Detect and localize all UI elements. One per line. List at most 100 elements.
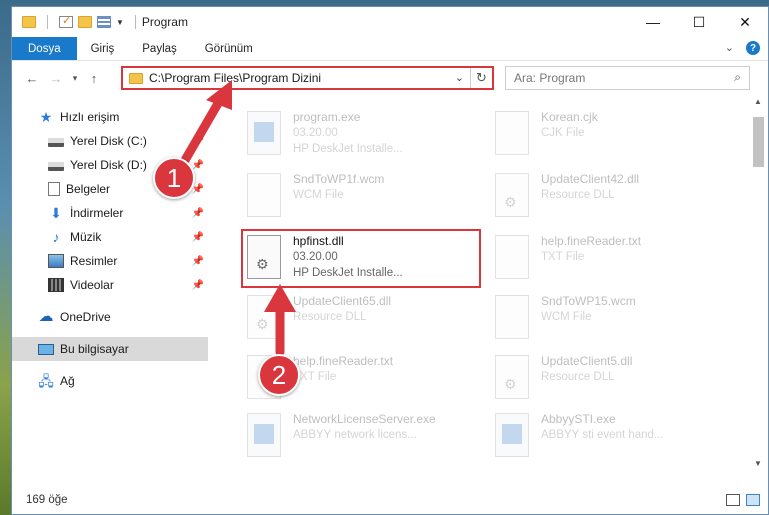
exe-file-icon [247,111,281,155]
sidebar-item-label: Yerel Disk (C:) [70,134,147,148]
file-name: help.fineReader.txt [293,354,394,368]
title-bar: ▼ Program — ☐ ✕ [12,7,768,37]
file-description: ABBYY network licens... [293,429,417,441]
file-name: SndToWP15.wcm [541,294,636,308]
pin-icon[interactable]: 📌 [192,160,204,171]
large-icons-view-icon[interactable] [746,494,760,506]
file-name: program.exe [293,110,361,124]
sidebar-item-onedrive[interactable]: ☁ OneDrive [12,305,208,329]
file-icon [495,235,529,279]
forward-button[interactable]: → [44,71,68,86]
disk-icon [48,162,64,171]
file-item[interactable]: program.exe 03.20.00 HP DeskJet Installe..… [241,105,481,163]
pin-icon[interactable]: 📌 [192,232,204,243]
properties-icon[interactable] [97,16,111,28]
tab-view[interactable]: Görünüm [191,37,267,60]
minimize-button[interactable]: — [630,7,676,37]
close-button[interactable]: ✕ [722,7,768,37]
status-bar: 169 öğe [12,486,768,514]
file-icon [495,111,529,155]
file-name: Korean.cjk [541,110,598,124]
explorer-window: ▼ Program — ☐ ✕ Dosya Giriş Paylaş Görün… [11,6,769,515]
file-type: Resource DLL [541,371,615,383]
scroll-down-icon[interactable]: ▼ [750,457,766,473]
sidebar-item-videos[interactable]: Videolar 📌 [12,273,208,297]
separator [47,15,48,29]
exe-file-icon [247,413,281,457]
file-item[interactable]: UpdateClient65.dll Resource DLL [241,289,481,347]
tab-file[interactable]: Dosya [12,37,77,60]
file-item[interactable]: SndToWP1f.wcm WCM File [241,167,481,225]
file-name: UpdateClient42.dll [541,172,640,186]
folder-icon [22,16,36,28]
back-button[interactable]: ← [20,71,44,86]
file-description: HP DeskJet Installe... [293,143,403,155]
sidebar-item-quick-access[interactable]: ★ Hızlı erişim [12,105,208,129]
sidebar-item-label: Bu bilgisayar [60,342,129,356]
sidebar-item-downloads[interactable]: ⬇ İndirmeler 📌 [12,201,208,225]
refresh-icon[interactable]: ↻ [470,68,492,88]
dll-file-icon [495,173,529,217]
scroll-up-icon[interactable]: ▲ [750,97,766,113]
file-icon [495,295,529,339]
computer-icon [38,343,54,355]
file-type: WCM File [293,189,344,201]
sidebar-item-label: Müzik [70,230,102,244]
file-item[interactable]: AbbyySTI.exe ABBYY sti event hand... [489,407,729,465]
tab-share[interactable]: Paylaş [128,37,191,60]
vertical-scrollbar[interactable]: ▲ ▼ [750,97,766,473]
search-input[interactable]: Ara: Program [514,71,585,85]
file-item[interactable]: NetworkLicenseServer.exe ABBYY network li… [241,407,481,465]
pin-icon[interactable]: 📌 [192,280,204,291]
search-box[interactable]: Ara: Program ⌕ [505,66,750,90]
expand-ribbon-chevron-icon[interactable]: ⌄ [725,41,734,55]
tab-home[interactable]: Giriş [77,37,129,60]
file-item[interactable]: help.fineReader.txt TXT File [489,229,729,287]
scrollbar-thumb[interactable] [753,117,764,167]
file-item[interactable]: UpdateClient42.dll Resource DLL [489,167,729,225]
address-path[interactable]: C:\Program Files\Program Dizini [149,71,321,85]
file-name: AbbyySTI.exe [541,412,616,426]
ribbon-tabs: Dosya Giriş Paylaş Görünüm ⌄ ? [12,37,768,61]
sidebar-item-label: Resimler [70,254,118,268]
search-icon[interactable]: ⌕ [734,70,741,85]
disk-icon [48,138,64,147]
item-count: 169 öğe [26,494,68,506]
downloads-icon: ⬇ [50,205,62,221]
sidebar-item-music[interactable]: ♪ Müzik 📌 [12,225,208,249]
sidebar-item-label: Hızlı erişim [60,110,120,124]
navigation-pane: ★ Hızlı erişim Yerel Disk (C:) 📌 Yerel D… [12,97,208,467]
step-marker-1: 1 [153,157,195,199]
dll-file-icon [247,295,281,339]
help-icon[interactable]: ? [746,41,760,55]
customize-toolbar-chevron-icon[interactable]: ▼ [116,18,124,27]
pin-icon[interactable]: 📌 [192,256,204,267]
file-name: UpdateClient65.dll [293,294,392,308]
sidebar-item-this-pc[interactable]: Bu bilgisayar [12,337,208,361]
file-item[interactable]: Korean.cjk CJK File [489,105,729,163]
pin-icon[interactable]: 📌 [192,208,204,219]
file-item[interactable]: SndToWP15.wcm WCM File [489,289,729,347]
sidebar-item-local-disk-c[interactable]: Yerel Disk (C:) 📌 [12,129,208,153]
folder-icon [129,72,143,84]
recent-locations-chevron-icon[interactable]: ▾ [68,73,82,84]
exe-file-icon [495,413,529,457]
sidebar-item-pictures[interactable]: Resimler 📌 [12,249,208,273]
file-description: ABBYY sti event hand... [541,429,664,441]
maximize-button[interactable]: ☐ [676,7,722,37]
address-bar[interactable]: C:\Program Files\Program Dizini ⌄ ↻ [121,66,494,90]
pin-icon[interactable]: 📌 [192,136,204,147]
sidebar-item-label: Ağ [60,374,75,388]
address-history-chevron-icon[interactable]: ⌄ [455,71,464,84]
file-item[interactable]: UpdateClient5.dll Resource DLL [489,349,729,407]
new-folder-icon[interactable] [78,16,92,28]
details-view-icon[interactable] [726,494,740,506]
view-switcher [726,494,760,506]
step-marker-2: 2 [258,354,300,396]
sidebar-item-network[interactable]: 🖧 Ağ [12,369,208,393]
file-version: 03.20.00 [293,127,338,139]
pictures-icon [48,254,64,268]
file-name: SndToWP1f.wcm [293,172,385,186]
up-button[interactable]: ↑ [82,71,106,86]
properties-check-icon[interactable] [59,14,73,28]
